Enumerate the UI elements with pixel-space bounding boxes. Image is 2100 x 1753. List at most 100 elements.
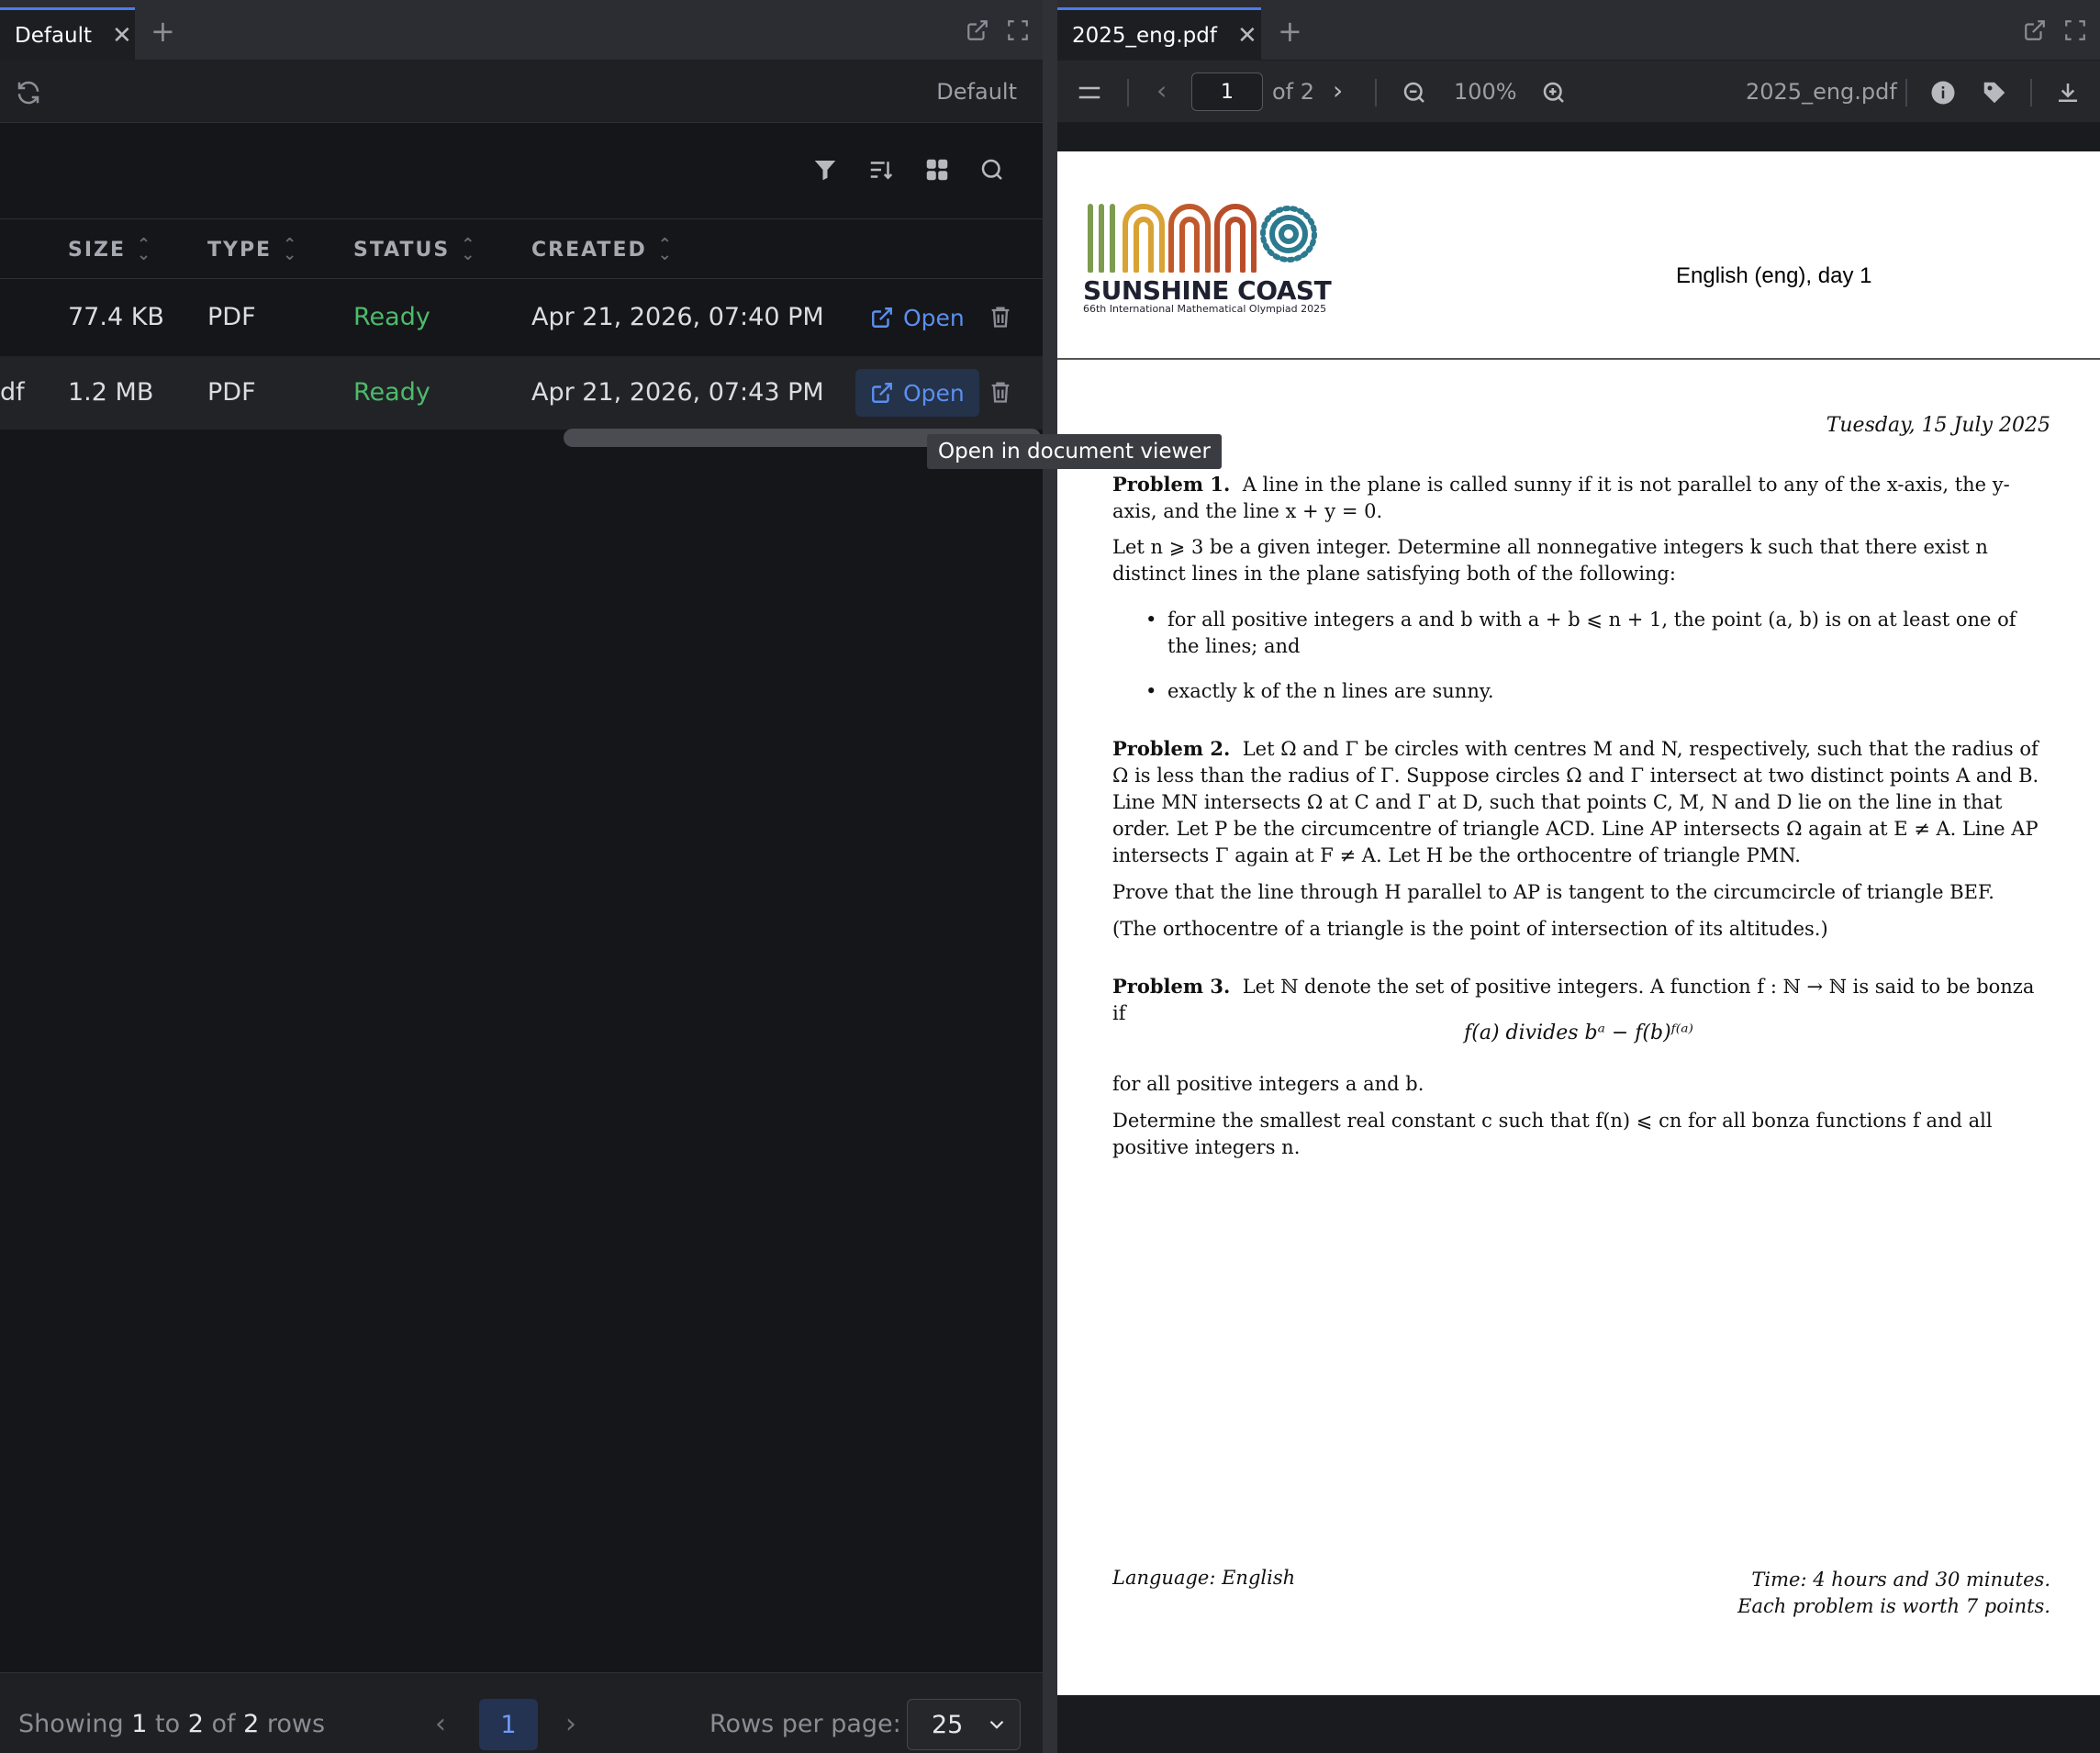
summary-text: of [211, 1710, 236, 1738]
filter-icon[interactable] [811, 156, 839, 184]
imo-logo-icon [1088, 204, 1317, 273]
trash-icon[interactable] [988, 378, 1013, 406]
tag-icon[interactable] [1981, 79, 2008, 106]
workspace-title: Default [936, 79, 1017, 105]
cell-type: PDF [207, 303, 256, 331]
column-header-type[interactable]: TYPE ⌃ ⌄ [207, 234, 299, 264]
problem-title: Problem 3. [1112, 975, 1231, 998]
problem-3-text-2: for all positive integers a and b. [1112, 1073, 1424, 1095]
grid-view-icon[interactable] [923, 156, 951, 184]
close-icon[interactable]: ✕ [112, 24, 132, 48]
problem-title: Problem 1. [1112, 473, 1231, 496]
toolbar-separator [2030, 79, 2032, 106]
document-viewer-pane: 2025_eng.pdf ✕ + ‹ 1 of 2 › 100% 2025_en… [1057, 0, 2100, 1753]
cell-created: Apr 21, 2026, 07:40 PM [531, 303, 824, 331]
language-note: Language: English [1112, 1567, 1296, 1589]
open-button[interactable]: Open [855, 369, 979, 417]
problem-body: Let ℕ denote the set of positive integer… [1112, 976, 2035, 1024]
column-label: SIZE [68, 239, 127, 262]
fullscreen-icon[interactable] [2063, 18, 2087, 42]
document-header: English (eng), day 1 [1676, 263, 1872, 288]
open-label: Open [903, 304, 965, 331]
problem-title: Problem 2. [1112, 737, 1231, 760]
sort-toggle-icon: ⌃ ⌄ [461, 234, 477, 264]
trash-icon[interactable] [988, 303, 1013, 330]
row-count-summary: Showing 1 to 2 of 2 rows [18, 1710, 325, 1738]
rows-per-page-select[interactable]: 25 [907, 1699, 1021, 1750]
zoom-level: 100% [1454, 79, 1517, 105]
table-header: SIZE ⌃ ⌄ TYPE ⌃ ⌄ STATUS ⌃ ⌄ CREATED ⌃ ⌄ [0, 220, 1043, 279]
left-toolbar: Default [0, 61, 1043, 123]
open-button[interactable]: Open [855, 294, 979, 341]
table-row[interactable]: df 1.2 MB PDF Ready Apr 21, 2026, 07:43 … [0, 356, 1043, 430]
external-link-icon [872, 383, 892, 403]
toolbar-separator [1905, 79, 1907, 106]
zoom-out-icon[interactable] [1401, 79, 1428, 106]
document-date: Tuesday, 15 July 2025 [1826, 414, 2050, 437]
file-manager-pane: Default ✕ + Default SIZE ⌃ ⌄ TYPE ⌃ ⌄ STATUS… [0, 0, 1043, 1753]
table-row[interactable]: 77.4 KB PDF Ready Apr 21, 2026, 07:40 PM… [0, 281, 1043, 354]
download-icon[interactable] [2054, 79, 2082, 106]
sidebar-toggle-icon[interactable] [1076, 79, 1103, 106]
next-page-icon[interactable]: › [1333, 75, 1343, 106]
previous-page-icon[interactable]: ‹ [435, 1708, 446, 1740]
tab-label: 2025_eng.pdf [1072, 23, 1217, 48]
pane-divider[interactable] [1043, 0, 1057, 1753]
chevron-down-icon [989, 1720, 1004, 1729]
time-note: Time: 4 hours and 30 minutes. Each probl… [1737, 1567, 2050, 1620]
page-number-button[interactable]: 1 [479, 1699, 538, 1750]
info-icon[interactable] [1929, 79, 1957, 106]
problem-3-text: Problem 3. Let ℕ denote the set of posit… [1112, 973, 2049, 1027]
add-tab-icon[interactable]: + [151, 17, 175, 46]
next-page-icon[interactable]: › [565, 1708, 576, 1740]
pagination-footer: Showing 1 to 2 of 2 rows ‹ 1 › Rows per … [0, 1672, 1043, 1753]
column-label: CREATED [531, 239, 647, 262]
external-link-icon[interactable] [2023, 18, 2047, 42]
add-tab-icon[interactable]: + [1278, 17, 1302, 46]
problem-2-text-2: Prove that the line through H parallel t… [1112, 881, 1994, 903]
rows-per-page-value: 25 [932, 1710, 964, 1739]
problem-3-text-3: Determine the smallest real constant c s… [1112, 1110, 1993, 1158]
column-header-size[interactable]: SIZE ⌃ ⌄ [68, 236, 152, 262]
column-label: STATUS [353, 239, 451, 262]
close-icon[interactable]: ✕ [1237, 24, 1257, 48]
tab-default[interactable]: Default ✕ [0, 7, 135, 61]
status-badge: Ready [353, 303, 430, 331]
problem-1-bullet-1: for all positive integers a and b with a… [1145, 607, 2049, 660]
external-link-icon[interactable] [966, 18, 989, 42]
cell-size: 77.4 KB [68, 303, 164, 331]
summary-to: 2 [187, 1710, 204, 1738]
fullscreen-icon[interactable] [1006, 18, 1030, 42]
pane-window-controls [2023, 18, 2087, 42]
sort-icon[interactable] [866, 156, 896, 184]
tab-label: Default [15, 23, 93, 48]
brand-title: SUNSHINE COAST [1083, 275, 1332, 306]
toolbar-separator [1127, 79, 1129, 106]
problem-body: A line in the plane is called sunny if i… [1112, 474, 2010, 522]
summary-text: rows [266, 1710, 326, 1738]
sort-toggle-icon: ⌃ ⌄ [283, 234, 299, 264]
page-number-input[interactable]: 1 [1191, 73, 1263, 111]
problem-2-text-3: (The orthocentre of a triangle is the po… [1112, 918, 1828, 940]
cell-type: PDF [207, 378, 256, 407]
previous-page-icon[interactable]: ‹ [1156, 75, 1167, 106]
zoom-in-icon[interactable] [1540, 79, 1568, 106]
status-badge: Ready [353, 378, 430, 407]
time-line: Time: 4 hours and 30 minutes. [1751, 1569, 2050, 1591]
search-icon[interactable] [978, 156, 1006, 184]
sort-toggle-icon: ⌃ ⌄ [657, 234, 674, 264]
filter-bar [0, 123, 1043, 219]
pane-window-controls [966, 18, 1030, 42]
right-tab-bar: 2025_eng.pdf ✕ + [1057, 0, 2100, 61]
summary-text: Showing [18, 1710, 124, 1738]
problem-1-bullet-2: exactly k of the n lines are sunny. [1145, 678, 2049, 705]
problem-3-equation: f(a) divides bᵃ − f(b)ᶠ⁽ᵃ⁾ [1464, 1022, 1693, 1044]
tab-pdf[interactable]: 2025_eng.pdf ✕ [1057, 7, 1261, 61]
problem-1-text: Problem 1. A line in the plane is called… [1112, 471, 2049, 525]
column-header-created[interactable]: CREATED ⌃ ⌄ [531, 234, 674, 264]
pdf-toolbar: ‹ 1 of 2 › 100% 2025_eng.pdf [1057, 61, 2100, 123]
page-total: of 2 [1272, 79, 1315, 105]
column-header-status[interactable]: STATUS ⌃ ⌄ [353, 234, 477, 264]
refresh-icon[interactable] [15, 79, 42, 106]
document-file-name: 2025_eng.pdf [1746, 79, 1897, 105]
